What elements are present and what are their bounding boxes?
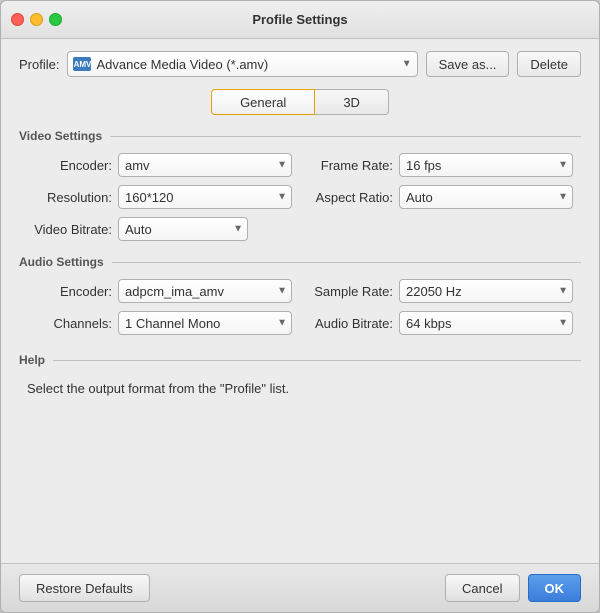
video-bitrate-dropdown[interactable]: Auto [118,217,248,241]
help-title: Help [19,353,45,367]
channels-select-wrapper: 1 Channel Mono ▼ [118,311,292,335]
channels-dropdown[interactable]: 1 Channel Mono [118,311,292,335]
frame-rate-dropdown[interactable]: 16 fps [399,153,573,177]
resolution-label: Resolution: [27,190,112,205]
profile-row: Profile: AMV Advance Media Video (*.amv)… [19,51,581,77]
help-header: Help [19,353,581,367]
audio-settings-header: Audio Settings [19,255,581,269]
frame-rate-select-wrapper: 16 fps ▼ [399,153,573,177]
delete-button[interactable]: Delete [517,51,581,77]
profile-label: Profile: [19,57,59,72]
profile-settings-window: Profile Settings Profile: AMV Advance Me… [0,0,600,613]
audio-settings-section: Audio Settings Encoder: adpcm_ima_amv ▼ … [19,255,581,335]
video-bitrate-label: Video Bitrate: [27,222,112,237]
encoder-select-wrapper: amv ▼ [118,153,292,177]
audio-bitrate-field-row: Audio Bitrate: 64 kbps ▼ [308,311,573,335]
aspect-ratio-field-row: Aspect Ratio: Auto ▼ [308,185,573,209]
tabs-row: General 3D [19,89,581,115]
footer-right-buttons: Cancel OK [445,574,581,602]
footer: Restore Defaults Cancel OK [1,563,599,612]
sample-rate-field-row: Sample Rate: 22050 Hz ▼ [308,279,573,303]
video-bitrate-row: Video Bitrate: Auto ▼ [19,217,581,241]
video-settings-line [110,136,581,137]
channels-label: Channels: [27,316,112,331]
window-title: Profile Settings [252,12,347,27]
resolution-dropdown[interactable]: 160*120 [118,185,292,209]
resolution-field-row: Resolution: 160*120 ▼ [27,185,292,209]
aspect-ratio-dropdown[interactable]: Auto [399,185,573,209]
audio-encoder-field-row: Encoder: adpcm_ima_amv ▼ [27,279,292,303]
frame-rate-label: Frame Rate: [308,158,393,173]
help-text: Select the output format from the "Profi… [19,377,581,396]
restore-defaults-button[interactable]: Restore Defaults [19,574,150,602]
frame-rate-field-row: Frame Rate: 16 fps ▼ [308,153,573,177]
audio-encoder-dropdown[interactable]: adpcm_ima_amv [118,279,292,303]
audio-bitrate-dropdown[interactable]: 64 kbps [399,311,573,335]
ok-button[interactable]: OK [528,574,582,602]
save-as-button[interactable]: Save as... [426,51,510,77]
audio-encoder-label: Encoder: [27,284,112,299]
video-settings-header: Video Settings [19,129,581,143]
sample-rate-select-wrapper: 22050 Hz ▼ [399,279,573,303]
video-bitrate-select-wrapper: Auto ▼ [118,217,248,241]
profile-select-wrapper: AMV Advance Media Video (*.amv) ▼ [67,51,417,77]
encoder-field-row: Encoder: amv ▼ [27,153,292,177]
resolution-select-wrapper: 160*120 ▼ [118,185,292,209]
sample-rate-dropdown[interactable]: 22050 Hz [399,279,573,303]
encoder-dropdown[interactable]: amv [118,153,292,177]
close-button[interactable] [11,13,24,26]
aspect-ratio-select-wrapper: Auto ▼ [399,185,573,209]
help-section: Help Select the output format from the "… [19,353,581,396]
audio-fields-grid: Encoder: adpcm_ima_amv ▼ Sample Rate: 22… [19,279,581,335]
help-line [53,360,581,361]
video-settings-title: Video Settings [19,129,102,143]
encoder-label: Encoder: [27,158,112,173]
audio-settings-line [112,262,581,263]
audio-settings-title: Audio Settings [19,255,104,269]
tab-general[interactable]: General [211,89,315,115]
audio-bitrate-label: Audio Bitrate: [308,316,393,331]
video-settings-section: Video Settings Encoder: amv ▼ Frame Rate… [19,129,581,241]
minimize-button[interactable] [30,13,43,26]
video-fields-grid: Encoder: amv ▼ Frame Rate: 16 fps ▼ [19,153,581,209]
channels-field-row: Channels: 1 Channel Mono ▼ [27,311,292,335]
aspect-ratio-label: Aspect Ratio: [308,190,393,205]
main-content: Profile: AMV Advance Media Video (*.amv)… [1,39,599,563]
maximize-button[interactable] [49,13,62,26]
tab-3d[interactable]: 3D [315,89,389,115]
titlebar-buttons [11,13,62,26]
audio-bitrate-select-wrapper: 64 kbps ▼ [399,311,573,335]
sample-rate-label: Sample Rate: [308,284,393,299]
cancel-button[interactable]: Cancel [445,574,519,602]
profile-dropdown[interactable]: Advance Media Video (*.amv) [67,51,417,77]
audio-encoder-select-wrapper: adpcm_ima_amv ▼ [118,279,292,303]
amv-icon: AMV [73,57,91,71]
titlebar: Profile Settings [1,1,599,39]
